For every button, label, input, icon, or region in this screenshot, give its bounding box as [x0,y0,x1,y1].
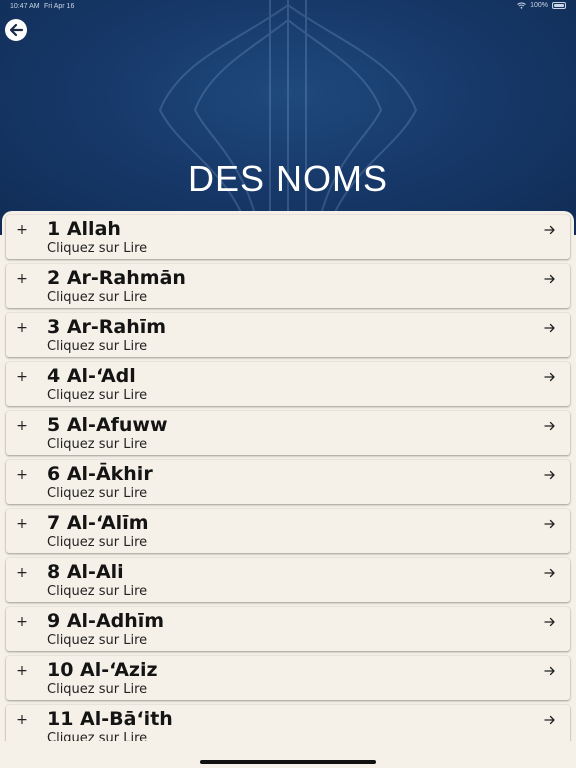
arrow-right-icon[interactable] [544,714,556,726]
plus-icon[interactable]: + [16,223,28,237]
plus-icon[interactable]: + [16,713,28,727]
name-title: 5 Al-Afuww [47,414,168,436]
list-item[interactable]: +9 Al-Adhīm Cliquez sur Lire [6,607,570,651]
status-date: Fri Apr 16 [44,3,75,10]
name-title: 3 Ar-Rahīm [47,316,167,338]
name-subtitle: Cliquez sur Lire [47,339,148,354]
list-item[interactable]: +6 Al-Ākhir Cliquez sur Lire [6,460,570,504]
arrow-right-icon[interactable] [544,665,556,677]
status-time: 10:47 AM [10,3,40,10]
arrow-right-icon[interactable] [544,273,556,285]
wifi-icon [517,2,526,9]
plus-icon[interactable]: + [16,517,28,531]
list-item[interactable]: +8 Al-Ali Cliquez sur Lire [6,558,570,602]
arrow-right-icon[interactable] [544,616,556,628]
name-title: 7 Al-‘Alīm [47,512,149,534]
name-title: 10 Al-‘Aziz [47,659,158,681]
plus-icon[interactable]: + [16,419,28,433]
plus-icon[interactable]: + [16,468,28,482]
name-title: 1 Allah [47,218,121,240]
list-item[interactable]: +5 Al-Afuww Cliquez sur Lire [6,411,570,455]
name-subtitle: Cliquez sur Lire [47,290,148,305]
status-bar: 10:47 AM Fri Apr 16 100% [0,0,576,14]
name-title: 8 Al-Ali [47,561,124,583]
names-sheet: +1 Allah Cliquez sur Lire +2 Ar-Rahmān Cliq… [2,211,574,741]
name-title: 11 Al-Bā‘ith [47,708,173,730]
battery-percent: 100% [530,2,548,9]
arrow-right-icon[interactable] [544,371,556,383]
list-item[interactable]: +3 Ar-Rahīm Cliquez sur Lire [6,313,570,357]
plus-icon[interactable]: + [16,321,28,335]
arrow-right-icon[interactable] [544,567,556,579]
plus-icon[interactable]: + [16,370,28,384]
name-title: 9 Al-Adhīm [47,610,165,632]
list-item[interactable]: +7 Al-‘Alīm Cliquez sur Lire [6,509,570,553]
name-subtitle: Cliquez sur Lire [47,682,148,697]
arrow-right-icon[interactable] [544,224,556,236]
page-title: DES NOMS [187,158,389,199]
battery-icon [552,2,566,9]
plus-icon[interactable]: + [16,615,28,629]
arrow-right-icon[interactable] [544,518,556,530]
name-subtitle: Cliquez sur Lire [47,584,148,599]
name-subtitle: Cliquez sur Lire [47,437,148,452]
name-title: 4 Al-‘Adl [47,365,136,387]
name-subtitle: Cliquez sur Lire [47,731,148,741]
name-subtitle: Cliquez sur Lire [47,388,148,403]
name-title: 2 Ar-Rahmān [47,267,186,289]
name-title: 6 Al-Ākhir [47,463,153,485]
name-subtitle: Cliquez sur Lire [47,633,148,648]
list-item[interactable]: +1 Allah Cliquez sur Lire [6,215,570,259]
name-subtitle: Cliquez sur Lire [47,535,148,550]
list-item[interactable]: +10 Al-‘Aziz Cliquez sur Lire [6,656,570,700]
back-button[interactable] [5,19,27,41]
status-right: 100% [517,2,566,9]
arrow-left-icon [9,23,24,37]
plus-icon[interactable]: + [16,272,28,286]
arrow-right-icon[interactable] [544,420,556,432]
plus-icon[interactable]: + [16,566,28,580]
arrow-right-icon[interactable] [544,322,556,334]
home-indicator[interactable] [200,760,376,764]
plus-icon[interactable]: + [16,664,28,678]
name-subtitle: Cliquez sur Lire [47,241,148,256]
list-item[interactable]: +2 Ar-Rahmān Cliquez sur Lire [6,264,570,308]
arrow-right-icon[interactable] [544,469,556,481]
names-list: +1 Allah Cliquez sur Lire +2 Ar-Rahmān Cliq… [6,215,570,741]
list-item[interactable]: +4 Al-‘Adl Cliquez sur Lire [6,362,570,406]
name-subtitle: Cliquez sur Lire [47,486,148,501]
list-item[interactable]: +11 Al-Bā‘ith Cliquez sur Lire [6,705,570,741]
